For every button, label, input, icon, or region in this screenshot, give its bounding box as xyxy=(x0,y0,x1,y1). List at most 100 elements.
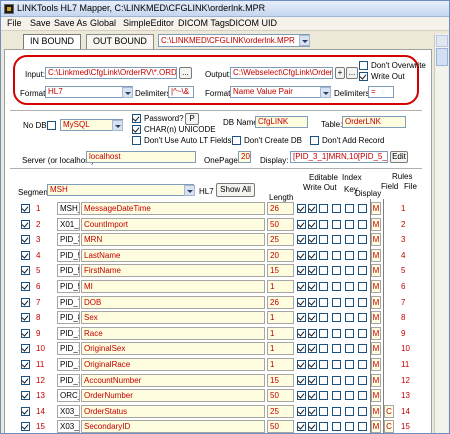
row-editable-checkbox[interactable] xyxy=(297,344,306,353)
row-name-field[interactable]: CountImport xyxy=(81,218,265,231)
show-all-button[interactable]: Show All xyxy=(216,183,255,197)
row-segment-field[interactable]: PID_7 xyxy=(57,296,80,309)
row-write-out-checkbox[interactable] xyxy=(308,282,317,291)
output-path-field[interactable]: C:\Webselect\CfgLink\Order\Imp xyxy=(230,67,333,79)
no-db-checkbox[interactable] xyxy=(47,121,56,130)
row-name-field[interactable]: DOB xyxy=(81,296,265,309)
row-display-checkbox[interactable] xyxy=(345,235,354,244)
row-display-checkbox[interactable] xyxy=(345,422,354,431)
row-extra-checkbox[interactable] xyxy=(358,407,367,416)
row-key-checkbox[interactable] xyxy=(332,313,341,322)
row-write-out-checkbox[interactable] xyxy=(308,298,317,307)
row-editable-checkbox[interactable] xyxy=(297,407,306,416)
row-editable-checkbox[interactable] xyxy=(297,251,306,260)
input-format-select[interactable]: HL7 xyxy=(45,86,133,98)
db-name-field[interactable]: CfgLINK xyxy=(255,116,308,128)
row-name-field[interactable]: OrderNumber xyxy=(81,389,265,402)
row-rules-flag[interactable]: M xyxy=(371,358,381,371)
row-display-checkbox[interactable] xyxy=(345,344,354,353)
row-segment-field[interactable]: PID_8 xyxy=(57,311,80,324)
write-out-checkbox[interactable] xyxy=(359,72,368,81)
row-index-checkbox[interactable] xyxy=(319,376,328,385)
row-extra-checkbox[interactable] xyxy=(358,360,367,369)
output-format-dropdown-icon[interactable] xyxy=(320,87,331,98)
row-write-out-checkbox[interactable] xyxy=(308,266,317,275)
row-name-field[interactable]: Sex xyxy=(81,311,265,324)
row-enable-checkbox[interactable] xyxy=(21,298,30,307)
row-segment-field[interactable]: X03_2 xyxy=(57,405,80,418)
row-index-checkbox[interactable] xyxy=(319,251,328,260)
row-enable-checkbox[interactable] xyxy=(21,422,30,431)
row-length-field[interactable]: 1 xyxy=(267,280,294,293)
row-segment-field[interactable]: PID_11_2 xyxy=(57,358,80,371)
dont-create-db-checkbox[interactable] xyxy=(232,136,241,145)
row-write-out-checkbox[interactable] xyxy=(308,344,317,353)
row-length-field[interactable]: 26 xyxy=(267,202,294,215)
row-name-field[interactable]: LastName xyxy=(81,249,265,262)
row-enable-checkbox[interactable] xyxy=(21,266,30,275)
row-length-field[interactable]: 50 xyxy=(267,389,294,402)
password-button[interactable]: P xyxy=(185,113,199,125)
scroll-up-icon[interactable] xyxy=(436,35,448,47)
tab-outbound[interactable]: OUT BOUND xyxy=(86,34,154,49)
scroll-thumb[interactable] xyxy=(436,48,448,66)
row-length-field[interactable]: 50 xyxy=(267,218,294,231)
menu-dicom-uid[interactable]: DICOM UID xyxy=(227,18,279,28)
row-key-checkbox[interactable] xyxy=(332,329,341,338)
row-enable-checkbox[interactable] xyxy=(21,391,30,400)
row-write-out-checkbox[interactable] xyxy=(308,204,317,213)
menu-dicom-tags[interactable]: DICOM Tags xyxy=(176,18,231,28)
row-write-out-checkbox[interactable] xyxy=(308,391,317,400)
row-key-checkbox[interactable] xyxy=(332,251,341,260)
row-index-checkbox[interactable] xyxy=(319,220,328,229)
row-name-field[interactable]: MRN xyxy=(81,233,265,246)
row-key-checkbox[interactable] xyxy=(332,235,341,244)
row-extra-checkbox[interactable] xyxy=(358,266,367,275)
row-index-checkbox[interactable] xyxy=(319,204,328,213)
row-rules-flag[interactable]: M xyxy=(371,342,381,355)
row-index-checkbox[interactable] xyxy=(319,422,328,431)
display-edit-button[interactable]: Edit xyxy=(390,151,408,163)
row-rules-flag[interactable]: M xyxy=(371,311,381,324)
row-index-checkbox[interactable] xyxy=(319,391,328,400)
row-extra-checkbox[interactable] xyxy=(358,282,367,291)
row-length-field[interactable]: 25 xyxy=(267,405,294,418)
row-index-checkbox[interactable] xyxy=(319,313,328,322)
row-write-out-checkbox[interactable] xyxy=(308,251,317,260)
tab-inbound[interactable]: IN BOUND xyxy=(23,34,82,49)
row-field-flag[interactable]: C xyxy=(384,405,394,418)
row-segment-field[interactable]: PID_5_3 xyxy=(57,280,80,293)
row-rules-flag[interactable]: M xyxy=(371,202,381,215)
dont-add-record-checkbox[interactable] xyxy=(310,136,319,145)
segment-select[interactable]: MSH xyxy=(47,184,194,196)
row-enable-checkbox[interactable] xyxy=(21,376,30,385)
row-rules-flag[interactable]: M xyxy=(371,249,381,262)
row-extra-checkbox[interactable] xyxy=(358,220,367,229)
row-write-out-checkbox[interactable] xyxy=(308,313,317,322)
row-index-checkbox[interactable] xyxy=(319,235,328,244)
row-rules-flag[interactable]: M xyxy=(371,296,381,309)
row-write-out-checkbox[interactable] xyxy=(308,329,317,338)
row-enable-checkbox[interactable] xyxy=(21,329,30,338)
output-format-select[interactable]: Name Value Pair xyxy=(230,86,331,98)
row-display-checkbox[interactable] xyxy=(345,204,354,213)
row-extra-checkbox[interactable] xyxy=(358,313,367,322)
row-extra-checkbox[interactable] xyxy=(358,235,367,244)
row-segment-field[interactable]: PID_11_1 xyxy=(57,342,80,355)
row-editable-checkbox[interactable] xyxy=(297,313,306,322)
row-key-checkbox[interactable] xyxy=(332,407,341,416)
row-rules-flag[interactable]: M xyxy=(371,264,381,277)
row-index-checkbox[interactable] xyxy=(319,407,328,416)
row-key-checkbox[interactable] xyxy=(332,376,341,385)
row-key-checkbox[interactable] xyxy=(332,298,341,307)
row-length-field[interactable]: 25 xyxy=(267,233,294,246)
input-format-dropdown-icon[interactable] xyxy=(122,87,133,98)
input-delimiters-field[interactable]: |^~\& xyxy=(168,86,194,98)
row-length-field[interactable]: 1 xyxy=(267,327,294,340)
row-name-field[interactable]: Race xyxy=(81,327,265,340)
row-rules-flag[interactable]: M xyxy=(371,327,381,340)
output-browse-button[interactable]: ... xyxy=(346,67,358,79)
output-plus-button[interactable]: + xyxy=(335,67,345,79)
row-write-out-checkbox[interactable] xyxy=(308,376,317,385)
row-write-out-checkbox[interactable] xyxy=(308,407,317,416)
